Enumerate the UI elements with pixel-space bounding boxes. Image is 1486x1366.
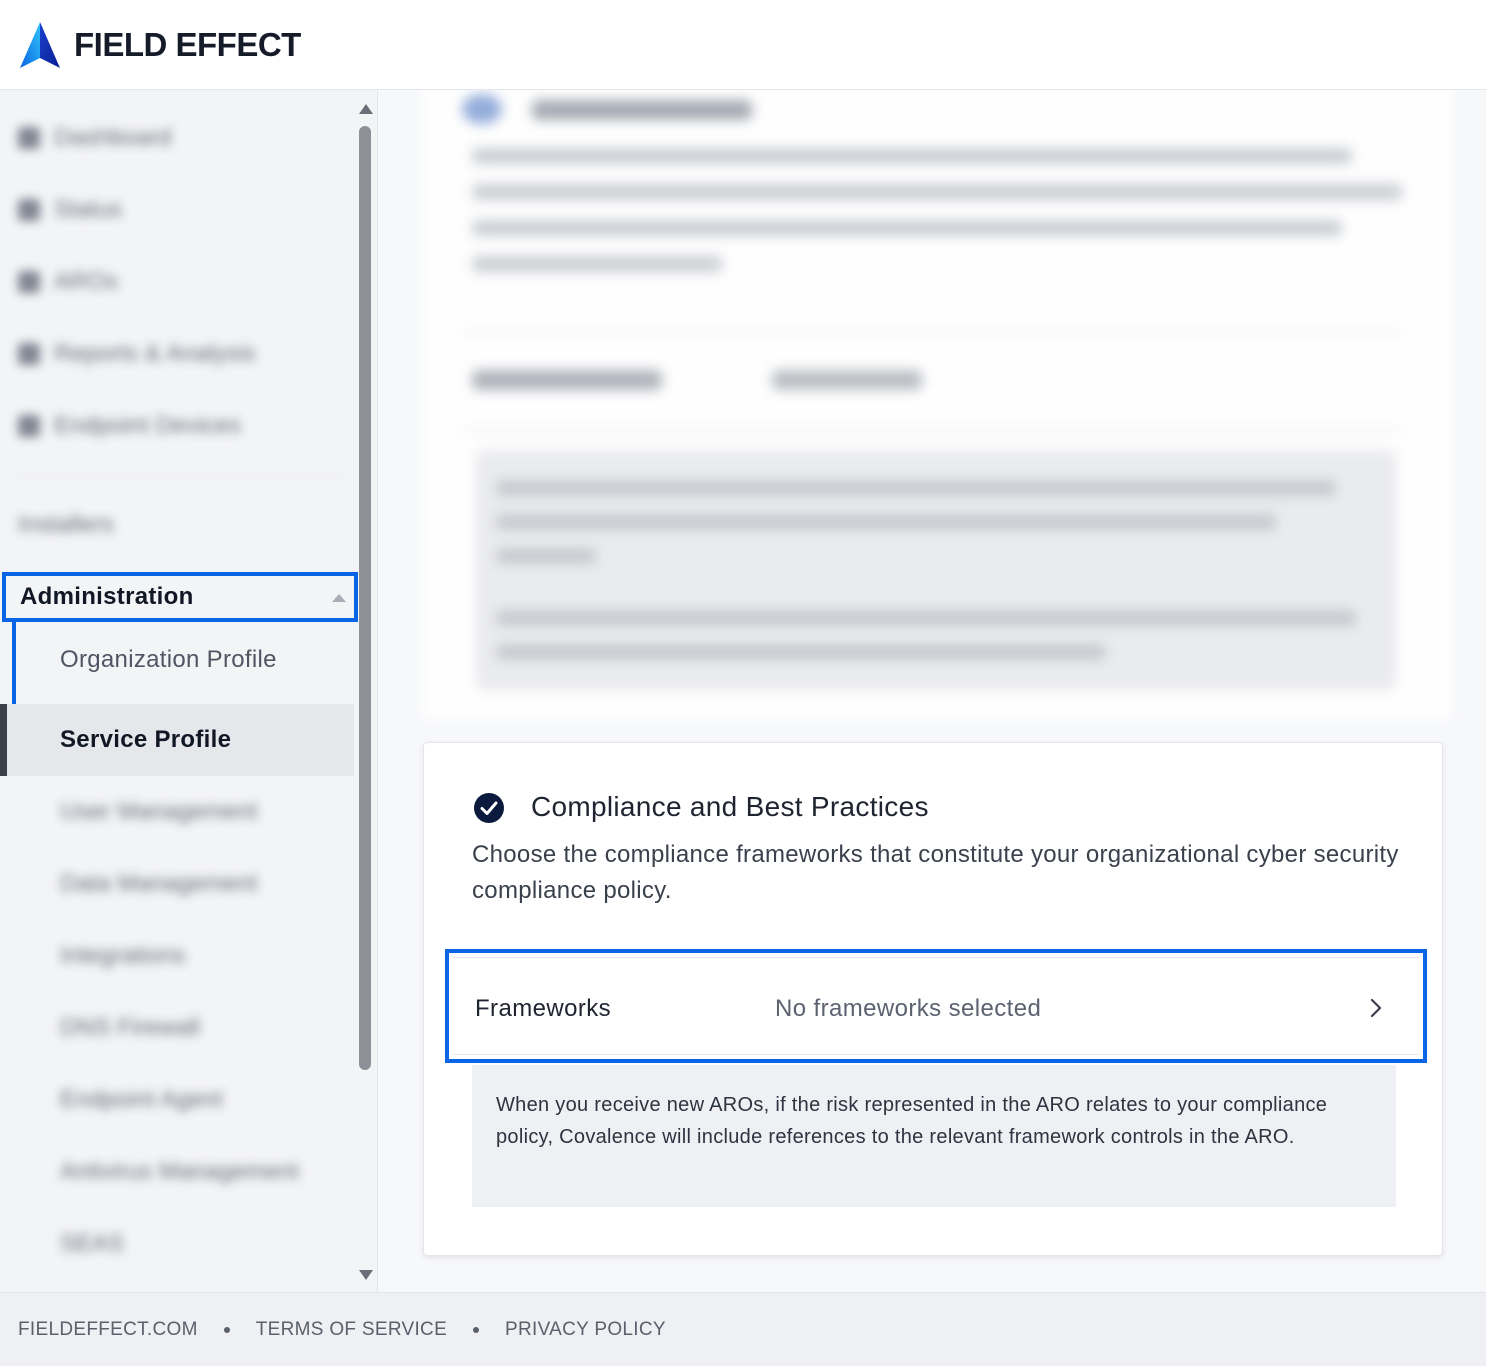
blurred-title [532,100,752,120]
check-circle-icon [474,793,504,823]
sidebar-item-organization-profile[interactable]: Organization Profile [60,646,277,674]
compliance-info-note: When you receive new AROs, if the risk r… [472,1065,1396,1207]
status-icon [18,199,40,221]
blurred-row-label [472,370,662,390]
scrollbar-thumb[interactable] [359,126,371,1070]
threat-response-card [422,90,1452,720]
sidebar-divider [10,474,350,475]
sidebar-item-seas[interactable]: SEAS [60,1224,124,1264]
blurred-text [472,220,1342,236]
compliance-card: Compliance and Best Practices Choose the… [423,742,1443,1256]
blurred-text [472,256,722,272]
scroll-down-icon[interactable] [359,1270,373,1280]
active-indicator [0,704,7,776]
blurred-text [496,480,1336,496]
sidebar-item-service-profile[interactable]: Service Profile [0,704,354,776]
sidebar-item-dns-firewall[interactable]: DNS Firewall [60,1008,200,1048]
aros-icon [18,271,40,293]
blurred-text [472,148,1352,164]
frameworks-label: Frameworks [475,995,612,1022]
scroll-up-icon[interactable] [359,104,373,114]
footer-link-fieldeffect[interactable]: FIELDEFFECT.COM [18,1319,198,1341]
administration-label: Administration [20,583,194,610]
chevron-right-icon[interactable] [1365,997,1387,1019]
brand-name: FIELD EFFECT [74,25,301,63]
sidebar-item-status[interactable]: Status [18,190,122,230]
sidebar-item-dashboard[interactable]: Dashboard [18,118,171,158]
blurred-text [496,644,1106,660]
sidebar-item-label: Installers [18,511,115,538]
sidebar-item-label: Endpoint Devices [54,412,241,439]
compliance-description: Choose the compliance frameworks that co… [472,841,1399,904]
section-icon [462,94,502,124]
reports-icon [18,343,40,365]
footer-link-terms[interactable]: TERMS OF SERVICE [256,1319,447,1341]
sidebar-item-label: Dashboard [54,124,172,151]
blurred-text [496,514,1276,530]
blurred-text [472,184,1402,200]
sidebar-scrollbar[interactable] [356,98,376,1288]
sidebar-item-user-management[interactable]: User Management [60,792,257,832]
blurred-text [496,548,596,564]
endpoint-devices-icon [18,415,40,437]
compliance-title: Compliance and Best Practices [531,791,929,822]
sidebar-item-integrations[interactable]: Integrations [60,936,185,976]
footer-separator [473,1326,480,1333]
sidebar: Dashboard Status AROs Reports & Analysis… [0,90,378,1292]
main-content: Compliance and Best Practices Choose the… [378,90,1486,1292]
sidebar-item-antivirus-management[interactable]: Antivirus Management [60,1152,299,1192]
sidebar-item-endpoint-devices[interactable]: Endpoint Devices [18,406,241,446]
sidebar-item-reports[interactable]: Reports & Analysis [18,334,255,374]
app-header: FIELD EFFECT [0,0,1486,90]
frameworks-value: No frameworks selected [775,995,1042,1022]
sidebar-item-label: Status [54,196,123,223]
caret-up-icon [332,594,346,602]
dashboard-icon [18,127,40,149]
sidebar-item-endpoint-agent[interactable]: Endpoint Agent [60,1080,223,1120]
frameworks-row[interactable]: Frameworks No frameworks selected [445,949,1427,1063]
sidebar-item-data-management[interactable]: Data Management [60,864,257,904]
sidebar-item-label: AROs [54,268,119,295]
blurred-row-value [772,370,922,390]
sidebar-item-aros[interactable]: AROs [18,262,118,302]
footer: FIELDEFFECT.COM TERMS OF SERVICE PRIVACY… [0,1292,1486,1366]
blurred-divider [462,330,1402,332]
blurred-divider [462,430,1402,432]
blurred-text [496,610,1356,626]
field-effect-logo[interactable] [18,20,62,70]
sidebar-section-administration[interactable]: Administration [2,572,358,622]
sidebar-item-label: Service Profile [60,726,232,753]
sidebar-item-label: Reports & Analysis [54,340,256,367]
footer-separator [223,1326,230,1333]
sidebar-item-installers[interactable]: Installers [18,505,114,545]
footer-link-privacy[interactable]: PRIVACY POLICY [505,1319,666,1341]
